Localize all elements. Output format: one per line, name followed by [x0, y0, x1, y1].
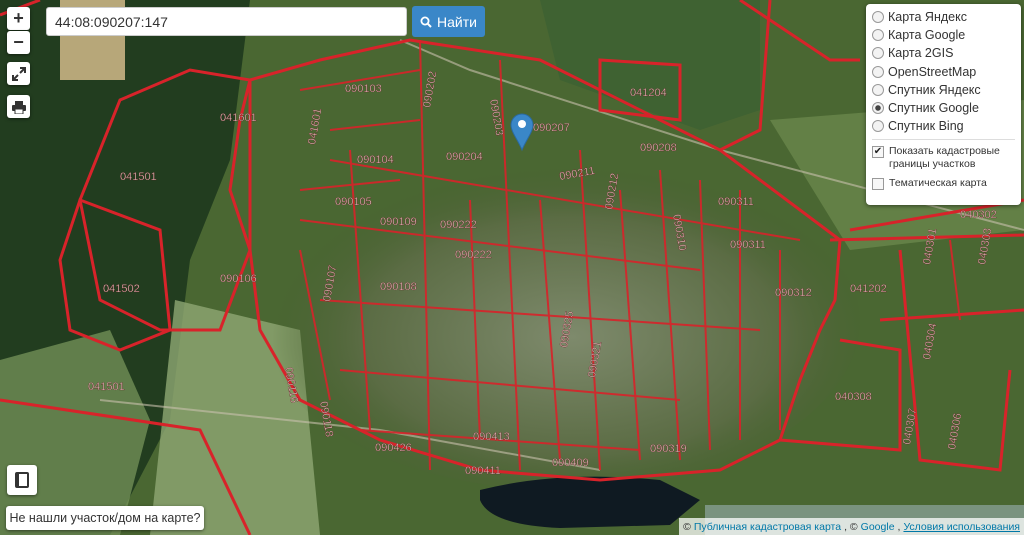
parcel-label: 090222	[440, 219, 477, 231]
book-icon	[15, 472, 29, 488]
thematic-option-label: Тематическая карта	[889, 177, 987, 190]
parcel-label: 090106	[220, 273, 257, 285]
parcel-label: 090319	[650, 443, 687, 455]
parcel-label: 090311	[730, 239, 766, 251]
layer-option-label: Карта Google	[888, 28, 966, 43]
parcel-label: 040308	[835, 391, 872, 403]
layer-radio[interactable]	[872, 102, 884, 115]
layer-option[interactable]: Спутник Яндекс	[872, 81, 1015, 99]
parcel-label: 090104	[357, 154, 394, 166]
not-found-button[interactable]: Не нашли участок/дом на карте?	[6, 506, 204, 530]
base-layer-list: Карта Яндекс Карта Google Карта 2GIS OpenSt…	[872, 8, 1015, 135]
search-button-label: Найти	[437, 13, 477, 30]
layer-option-label: Спутник Google	[888, 101, 979, 116]
parcel-label: 090207	[533, 122, 570, 134]
google-link[interactable]: Google	[861, 521, 895, 533]
show-cadastral-option[interactable]: ✔ Показать кадастровые границы участков	[872, 145, 1015, 171]
parcel-label: 041202	[850, 283, 887, 295]
search-icon	[420, 16, 432, 28]
parcel-label: 041502	[103, 283, 140, 295]
parcel-label: 041601	[220, 112, 257, 124]
layer-option[interactable]: Спутник Bing	[872, 117, 1015, 135]
parcel-label: 090426	[375, 442, 412, 454]
copyright-symbol: ©	[683, 520, 691, 533]
fullscreen-button[interactable]	[7, 62, 30, 85]
zoom-in-button[interactable]: +	[7, 7, 30, 30]
expand-icon	[11, 66, 26, 81]
parcel-label: 041204	[630, 87, 667, 99]
parcel-label: 041501	[120, 171, 157, 183]
layer-option[interactable]: OpenStreetMap	[872, 63, 1015, 81]
parcel-label: 090312	[775, 287, 812, 299]
cadastral-checkbox[interactable]: ✔	[872, 146, 884, 159]
layer-option-label: Карта 2GIS	[888, 46, 954, 61]
map-attribution: © Публичная кадастровая карта , © Google…	[679, 518, 1024, 535]
cadastral-map-link[interactable]: Публичная кадастровая карта	[694, 521, 841, 533]
parcel-label: 090413	[473, 431, 510, 443]
layer-option-label: Карта Яндекс	[888, 10, 967, 25]
parcel-label: 090409	[552, 457, 589, 469]
parcel-label: 090222	[455, 249, 492, 261]
zoom-out-button[interactable]: −	[7, 31, 30, 54]
search-button[interactable]: Найти	[412, 6, 485, 37]
catalog-button[interactable]	[7, 465, 37, 495]
layer-radio[interactable]	[872, 29, 884, 42]
layer-option-label: Спутник Яндекс	[888, 82, 981, 97]
parcel-label: 090105	[335, 196, 372, 208]
layer-option-label: OpenStreetMap	[888, 64, 977, 79]
lake	[480, 476, 700, 528]
layer-option[interactable]: Карта 2GIS	[872, 44, 1015, 62]
layer-switcher: Карта Яндекс Карта Google Карта 2GIS OpenSt…	[866, 4, 1021, 205]
parcel-label: 090311	[718, 196, 754, 208]
parcel-label: 090411	[465, 465, 501, 477]
layer-radio[interactable]	[872, 47, 884, 60]
layer-option[interactable]: Спутник Google	[872, 99, 1015, 117]
parcel-label: 041501	[88, 381, 125, 393]
print-button[interactable]	[7, 95, 30, 118]
attribution-separator-2: ,	[897, 520, 901, 533]
cadastral-option-label: Показать кадастровые границы участков	[889, 145, 1000, 171]
layer-option[interactable]: Карта Яндекс	[872, 8, 1015, 26]
attribution-separator: , ©	[844, 520, 858, 533]
terms-of-use-link[interactable]: Условия использования	[903, 521, 1020, 533]
cadastral-search-input[interactable]	[46, 7, 407, 36]
parcel-label: 090103	[345, 83, 382, 95]
layer-radio[interactable]	[872, 120, 884, 133]
thematic-map-option[interactable]: Тематическая карта	[872, 177, 1015, 191]
printer-icon	[11, 100, 26, 114]
parcel-label: 090204	[446, 151, 483, 163]
thematic-checkbox[interactable]	[872, 178, 884, 191]
divider	[872, 139, 1015, 141]
parcel-label: 090208	[640, 142, 677, 154]
layer-option[interactable]: Карта Google	[872, 26, 1015, 44]
parcel-label: 090108	[380, 281, 417, 293]
layer-radio[interactable]	[872, 65, 884, 78]
layer-radio[interactable]	[872, 11, 884, 24]
parcel-label: 040302	[960, 209, 997, 221]
parcel-label: 090109	[380, 216, 417, 228]
layer-radio[interactable]	[872, 83, 884, 96]
layer-option-label: Спутник Bing	[888, 119, 964, 134]
